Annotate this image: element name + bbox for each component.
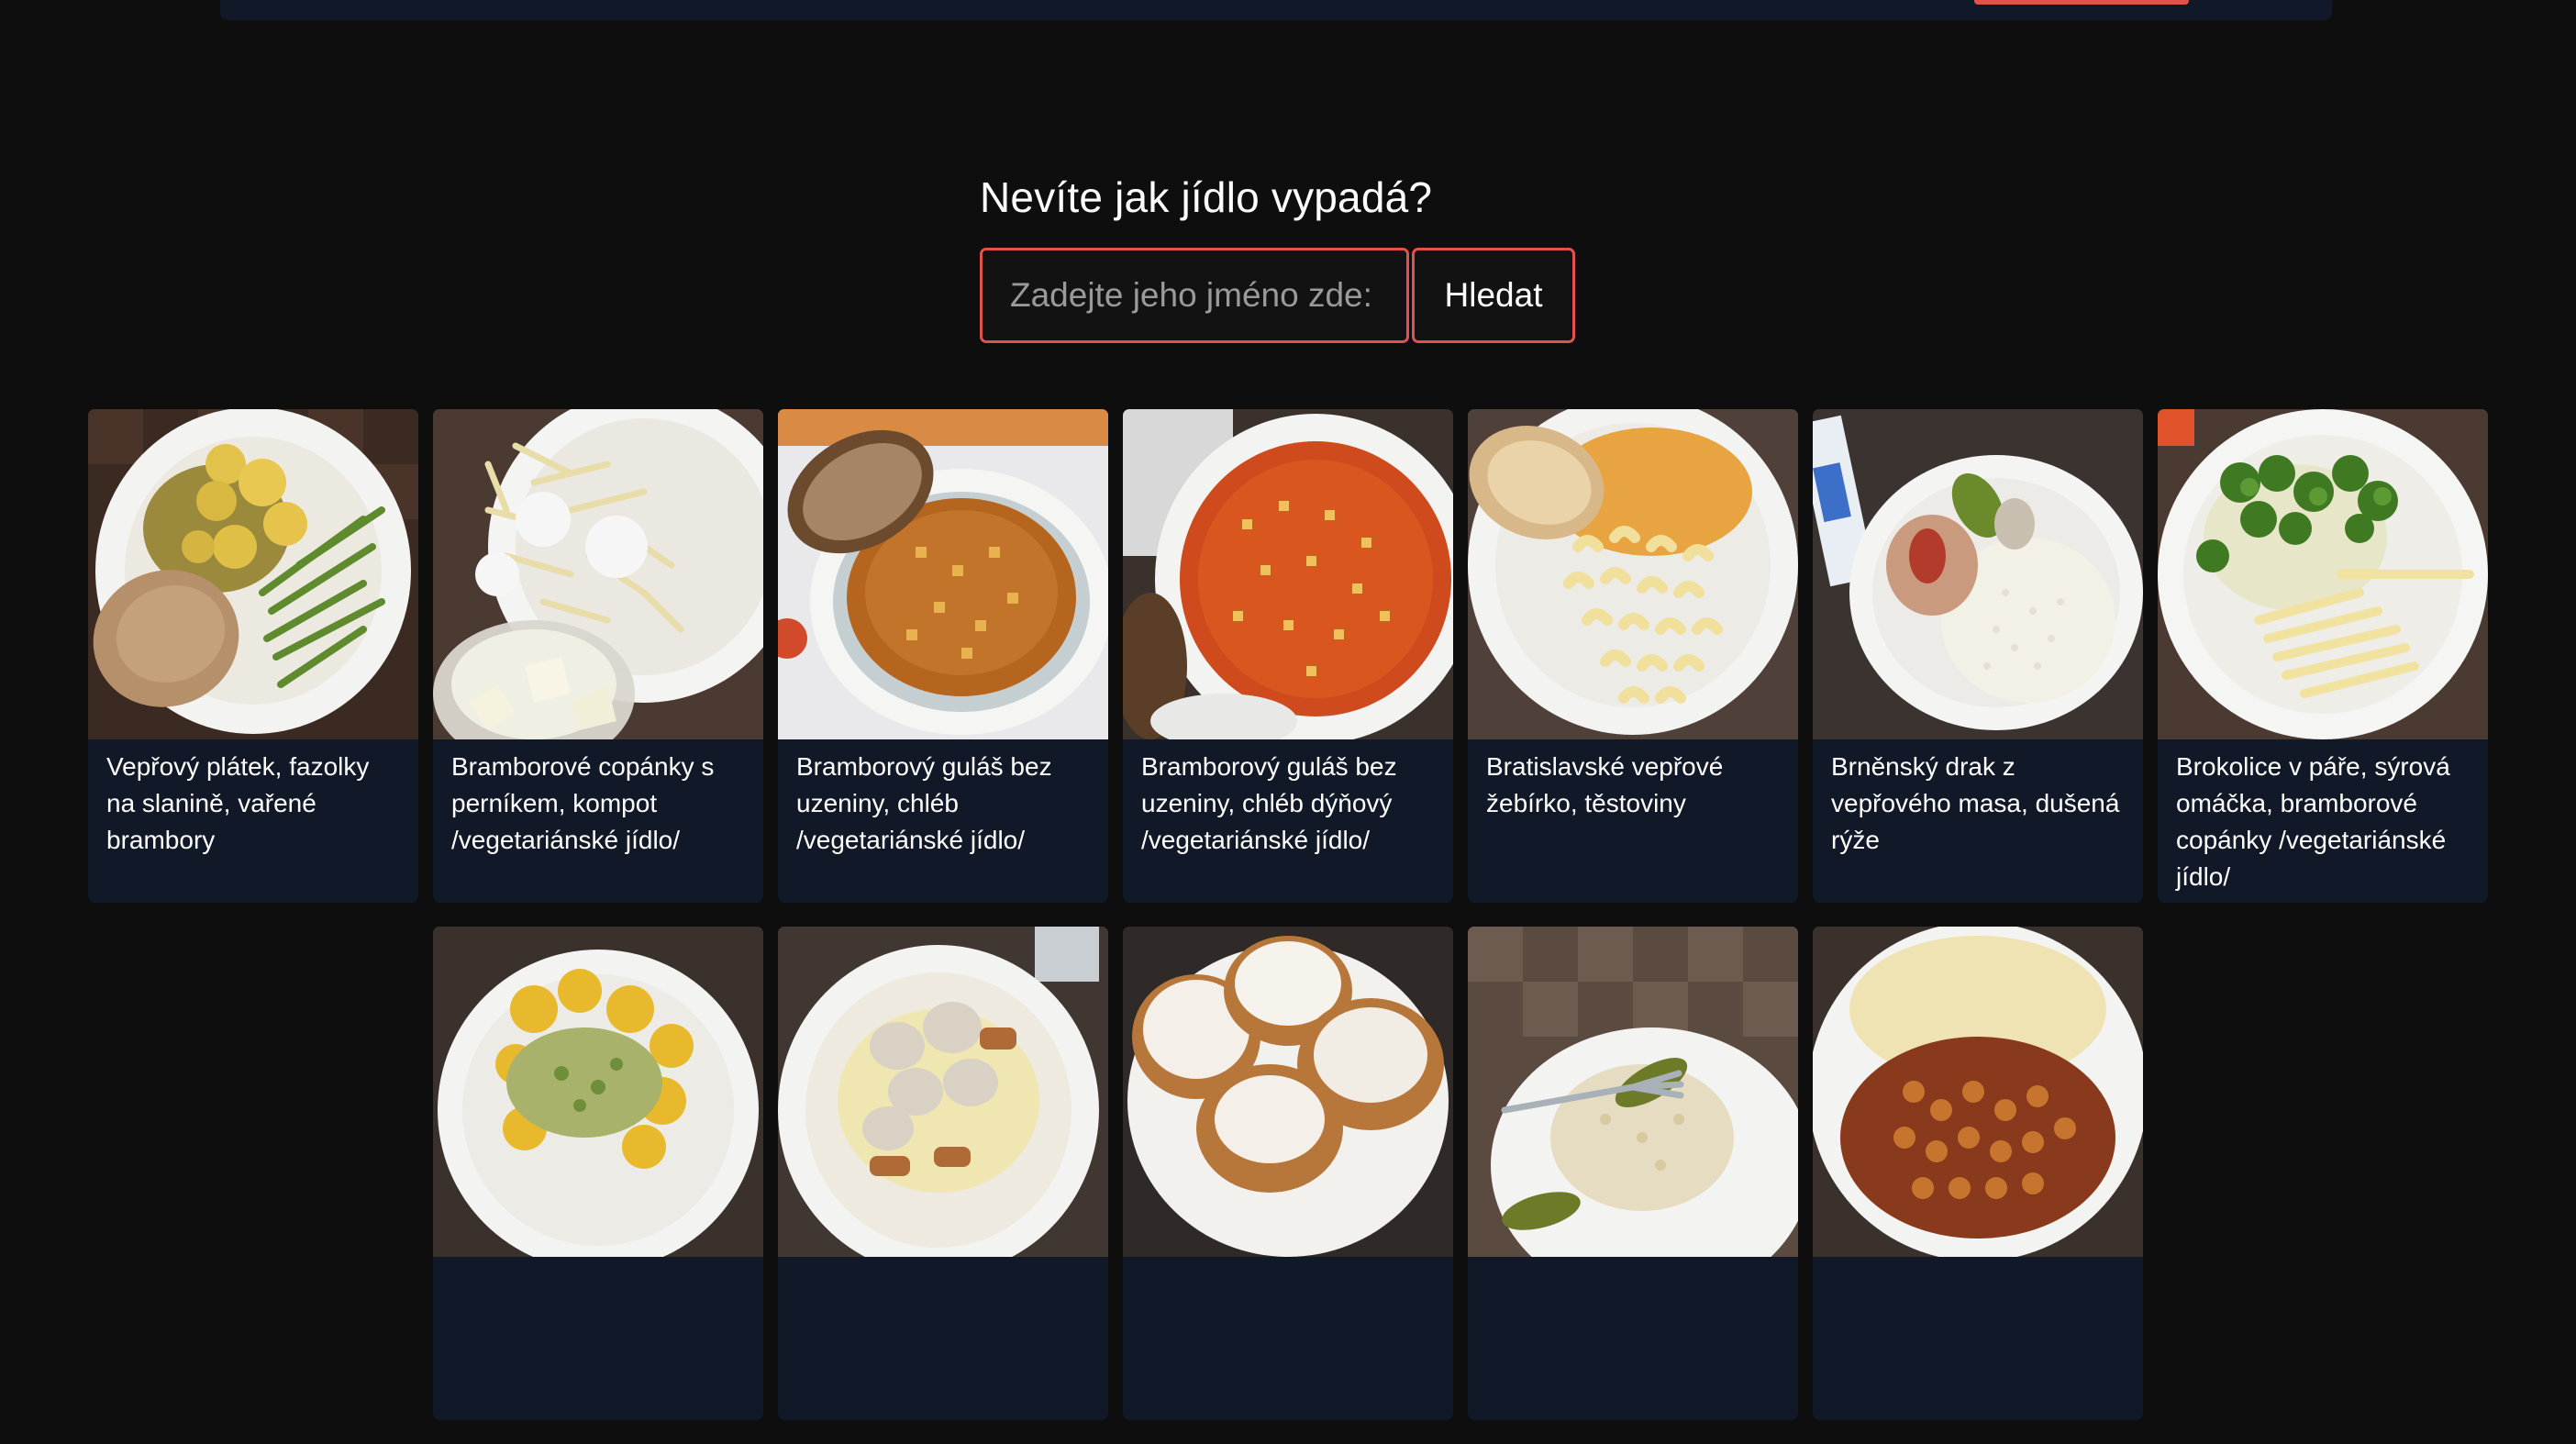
meal-card[interactable] (1468, 927, 1798, 1420)
search-title: Nevíte jak jídlo vypadá? (980, 173, 1433, 221)
meal-card[interactable] (778, 927, 1108, 1420)
meal-grid: Vepřový plátek, fazolky na slanině, vaře… (0, 409, 2576, 1444)
meal-photo (1123, 927, 1453, 1257)
meal-photo (778, 409, 1108, 739)
meal-name (1123, 1257, 1453, 1266)
meal-name (1813, 1257, 2143, 1266)
meal-grid-row (0, 927, 2576, 1420)
meal-photo (2158, 409, 2488, 739)
meal-card[interactable]: Bramborové copánky s perníkem, kompot /v… (433, 409, 763, 903)
meal-card[interactable]: Brokolice v páře, sýrová omáčka, brambor… (2158, 409, 2488, 903)
meal-card[interactable] (1813, 927, 2143, 1420)
navbar-accent-button[interactable] (1974, 0, 2189, 5)
search-form: Hledat (980, 248, 1575, 343)
meal-photo (1468, 927, 1798, 1257)
meal-name: Brněnský drak z vepřového masa, dušená r… (1831, 752, 2120, 854)
meal-photo (88, 409, 418, 739)
meal-photo (778, 927, 1108, 1257)
meal-name (1468, 1257, 1798, 1266)
meal-card[interactable]: Bramborový guláš bez uzeniny, chléb /veg… (778, 409, 1108, 903)
meal-photo (1813, 409, 2143, 739)
meal-name: Bramborové copánky s perníkem, kompot /v… (451, 752, 715, 854)
meal-photo (1123, 409, 1453, 739)
meal-name: Bratislavské vepřové žebírko, těstoviny (1486, 752, 1724, 817)
meal-card[interactable]: Vepřový plátek, fazolky na slanině, vaře… (88, 409, 418, 903)
meal-card[interactable]: Bramborový guláš bez uzeniny, chléb dýňo… (1123, 409, 1453, 903)
meal-card[interactable]: Bratislavské vepřové žebírko, těstoviny (1468, 409, 1798, 903)
meal-name: Vepřový plátek, fazolky na slanině, vaře… (106, 752, 370, 854)
meal-photo (433, 927, 763, 1257)
meal-name (778, 1257, 1108, 1266)
search-input[interactable] (980, 248, 1409, 343)
meal-photo (1468, 409, 1798, 739)
meal-card[interactable] (433, 927, 763, 1420)
top-navbar (220, 0, 2332, 20)
meal-grid-row: Vepřový plátek, fazolky na slanině, vaře… (0, 409, 2576, 903)
search-section: Nevíte jak jídlo vypadá? Hledat (980, 167, 1575, 343)
meal-name: Brokolice v páře, sýrová omáčka, brambor… (2176, 752, 2450, 891)
search-button[interactable]: Hledat (1412, 248, 1575, 343)
meal-photo (433, 409, 763, 739)
meal-name (433, 1257, 763, 1266)
meal-name: Bramborový guláš bez uzeniny, chléb dýňo… (1141, 752, 1397, 854)
meal-name: Bramborový guláš bez uzeniny, chléb /veg… (796, 752, 1052, 854)
meal-card[interactable]: Brněnský drak z vepřového masa, dušená r… (1813, 409, 2143, 903)
meal-photo (1813, 927, 2143, 1257)
meal-card[interactable] (1123, 927, 1453, 1420)
